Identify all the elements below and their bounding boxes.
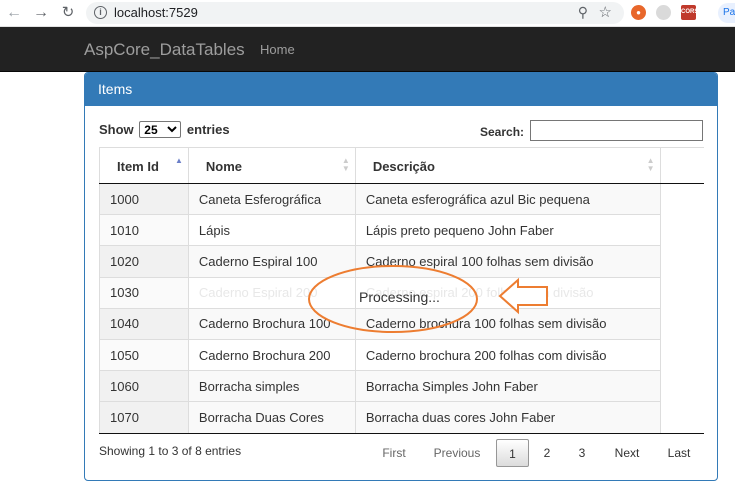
table-row[interactable]: 1000 Caneta Esferográfica Caneta esferog…: [99, 183, 704, 216]
cell-descricao: Caneta esferográfica azul Bic pequena: [355, 183, 661, 216]
reload-icon[interactable]: ↻: [58, 3, 78, 23]
cell-descricao: Lápis preto pequeno John Faber: [355, 214, 661, 247]
table-info: Showing 1 to 3 of 8 entries: [99, 444, 242, 458]
entries-label: entries: [186, 122, 230, 137]
pagination-previous[interactable]: Previous: [427, 439, 487, 467]
table-row[interactable]: 1070 Borracha Duas Cores Borracha duas c…: [99, 401, 704, 434]
profile-button[interactable]: Pa: [718, 3, 735, 23]
zoom-icon[interactable]: ⚲: [578, 4, 588, 21]
extension-icon[interactable]: [656, 5, 671, 20]
processing-indicator: Processing...: [359, 289, 440, 305]
cell-item-id: 1060: [99, 370, 189, 403]
pagination-last[interactable]: Last: [662, 439, 696, 467]
cell-item-id: 1010: [99, 214, 189, 247]
table-row[interactable]: 1060 Borracha simples Borracha Simples J…: [99, 370, 704, 403]
pagination-page-2[interactable]: 2: [536, 439, 558, 467]
nav-home-link[interactable]: Home: [260, 42, 295, 57]
cell-item-id: 1000: [99, 183, 189, 216]
entries-select[interactable]: 25: [139, 121, 182, 138]
cell-item-id: 1020: [99, 245, 189, 278]
table-row[interactable]: 1050 Caderno Brochura 200 Caderno brochu…: [99, 339, 704, 372]
navbar: AspCore_DataTables Home: [0, 27, 735, 72]
cell-nome: Lápis: [188, 214, 356, 247]
url-text[interactable]: localhost:7529: [114, 5, 198, 20]
column-header-item-id[interactable]: Item Id ▲: [99, 147, 189, 184]
show-label: Show: [99, 122, 134, 137]
arrow-right-icon[interactable]: →: [31, 3, 51, 23]
cell-descricao: Borracha duas cores John Faber: [355, 401, 661, 434]
pagination-next[interactable]: Next: [608, 439, 646, 467]
info-icon[interactable]: i: [94, 6, 107, 19]
arrow-left-icon[interactable]: ←: [4, 3, 24, 23]
pagination-page-3[interactable]: 3: [571, 439, 593, 467]
extension-icon[interactable]: ●: [631, 5, 646, 20]
column-header-empty: [660, 147, 704, 184]
pagination-page-1[interactable]: 1: [496, 439, 529, 467]
cell-item-id: 1050: [99, 339, 189, 372]
cell-item-id: 1030: [99, 277, 189, 309]
sort-asc-icon: ▲: [175, 156, 183, 165]
length-control: Show 25 entries: [99, 121, 230, 138]
star-icon[interactable]: ☆: [599, 3, 612, 21]
table-row[interactable]: 1010 Lápis Lápis preto pequeno John Fabe…: [99, 214, 704, 247]
cell-descricao: Borracha Simples John Faber: [355, 370, 661, 403]
cors-extension-icon[interactable]: CORS: [681, 5, 698, 20]
search-label: Search:: [480, 125, 525, 139]
cell-nome: Borracha Duas Cores: [188, 401, 356, 434]
annotation-arrow-icon: [498, 277, 548, 315]
sort-both-icon: ▲ ▼: [341, 156, 350, 173]
column-header-nome[interactable]: Nome ▲ ▼: [188, 147, 356, 184]
search-control: Search:: [480, 120, 703, 141]
pagination-first[interactable]: First: [375, 439, 413, 467]
sort-both-icon: ▲ ▼: [646, 156, 655, 173]
items-panel: Items Show 25 entries Search: Item Id ▲ …: [84, 72, 718, 481]
panel-title: Items: [85, 73, 717, 106]
browser-toolbar: ← → ↻ i localhost:7529 ⚲ ☆ ● CORS Pa: [0, 0, 735, 27]
cell-descricao: Caderno brochura 200 folhas com divisão: [355, 339, 661, 372]
brand-link[interactable]: AspCore_DataTables: [84, 40, 245, 60]
cell-nome: Caderno Brochura 200: [188, 339, 356, 372]
cell-item-id: 1040: [99, 308, 189, 340]
column-header-descricao[interactable]: Descrição ▲ ▼: [355, 147, 661, 184]
cell-nome: Caneta Esferográfica: [188, 183, 356, 216]
cell-nome: Borracha simples: [188, 370, 356, 403]
cell-item-id: 1070: [99, 401, 189, 434]
search-input[interactable]: [530, 120, 703, 141]
address-bar[interactable]: i localhost:7529 ⚲ ☆: [86, 2, 624, 24]
